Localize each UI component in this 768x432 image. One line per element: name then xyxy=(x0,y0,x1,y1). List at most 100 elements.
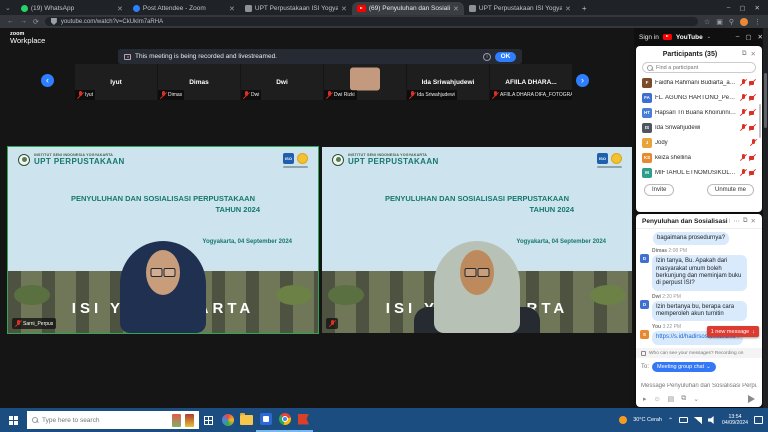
recording-banner: This meeting is being recorded and lives… xyxy=(118,49,522,64)
start-button-icon[interactable] xyxy=(9,416,18,425)
participant-row[interactable]: J Jody xyxy=(636,135,762,150)
video-feed-left[interactable]: INSTITUT SENI INDONESIA YOGYAKARTA UPT P… xyxy=(8,147,318,333)
tray-expand-icon[interactable]: ⌃ xyxy=(668,417,673,424)
emoji-icon[interactable]: ☺ xyxy=(654,396,661,403)
chat-privacy-bar: Who can see your messages? Recording on xyxy=(636,348,762,358)
participant-row[interactable]: F Faidha Rahmani Budiarta_anim... xyxy=(636,75,762,90)
weather-icon[interactable] xyxy=(619,416,627,424)
site-icon xyxy=(469,5,476,12)
browser-minimize-button[interactable]: – xyxy=(727,4,731,12)
mic-muted-icon xyxy=(740,109,746,117)
taskbar-app-media[interactable] xyxy=(218,408,237,432)
invite-button[interactable]: Invite xyxy=(644,184,674,196)
status-icons xyxy=(750,139,756,147)
more-options-icon[interactable]: ⋯ xyxy=(733,217,740,225)
reload-icon[interactable]: ⟳ xyxy=(33,18,39,26)
browser-maximize-button[interactable]: ▢ xyxy=(739,4,745,12)
weather-text[interactable]: 30°C Cerah xyxy=(633,417,662,423)
participant-tile-video[interactable]: Dwi Rizki xyxy=(324,64,406,100)
action-center-icon[interactable] xyxy=(754,416,763,424)
new-message-button[interactable]: 1 new message ↓ xyxy=(707,326,759,337)
back-icon[interactable]: ← xyxy=(7,18,14,25)
file-icon[interactable]: ▤ xyxy=(668,395,675,403)
scrollbar-thumb[interactable] xyxy=(764,73,767,128)
taskbar-clock[interactable]: 13:54 04/09/2024 xyxy=(722,414,748,427)
participant-tile[interactable]: Ida Sriwahjudewi Ida Sriwahjudewi xyxy=(407,64,489,100)
participant-tile[interactable]: AFIILA DHARA... AFIILA DHARA DIFA_FOTOGR… xyxy=(490,64,572,100)
page-scrollbar[interactable] xyxy=(763,28,768,408)
task-view-button[interactable] xyxy=(199,408,218,432)
unmute-me-button[interactable]: Unmute me xyxy=(707,184,754,196)
slide-date: Yogyakarta, 04 September 2024 xyxy=(516,239,606,245)
chat-title: Penyuluhan dan Sosialisasi Perp... xyxy=(642,218,730,225)
site-info-icon[interactable] xyxy=(51,18,57,25)
info-icon[interactable]: i xyxy=(483,53,491,61)
send-icon[interactable] xyxy=(748,395,755,403)
tab-close-icon[interactable]: ✕ xyxy=(117,5,123,13)
chat-input[interactable] xyxy=(636,380,762,392)
participant-search[interactable] xyxy=(642,62,756,73)
tab-zoom-post-attendee[interactable]: Post Attendee - Zoom ✕ xyxy=(128,2,240,15)
tab-close-icon[interactable]: ✕ xyxy=(229,5,235,13)
more-chevron-icon[interactable]: ⌄ xyxy=(693,395,699,403)
youtube-brand[interactable]: YouTube xyxy=(676,34,703,41)
pop-out-icon[interactable]: ⧉ xyxy=(742,50,747,58)
participant-row[interactable]: HT Hapsari Tri Buana Khoirunnisa_... xyxy=(636,105,762,120)
tab-whatsapp[interactable]: (19) WhatsApp ✕ xyxy=(16,2,128,15)
minimize-button[interactable]: – xyxy=(736,33,740,41)
participant-row[interactable]: KS keiza shellina xyxy=(636,150,762,165)
privacy-text[interactable]: Who can see your messages? Recording on xyxy=(649,351,743,356)
camera-off-icon xyxy=(748,169,756,177)
extensions-icon[interactable]: ⚲ xyxy=(729,18,734,26)
volume-icon[interactable] xyxy=(708,416,716,424)
participant-row[interactable]: IS Ida Sriwahjudewi xyxy=(636,120,762,135)
close-icon[interactable]: ✕ xyxy=(751,217,756,225)
pop-out-icon[interactable]: ⧉ xyxy=(743,217,748,225)
tab-close-icon[interactable]: ✕ xyxy=(453,5,459,13)
side-panel-icon[interactable]: ▣ xyxy=(716,18,723,26)
address-bar[interactable]: youtube.com/watch?v=CkUkIm7aRHA xyxy=(45,17,698,27)
video-feed-right[interactable]: INSTITUT SENI INDONESIA YOGYAKARTA UPT P… xyxy=(322,147,632,333)
sign-in-button[interactable]: Sign in xyxy=(639,34,659,41)
network-icon[interactable] xyxy=(694,417,702,424)
format-icon[interactable]: ▸ xyxy=(643,395,647,403)
recipient-selector[interactable]: Meeting group chat⌄ xyxy=(652,362,716,372)
tab-youtube-active[interactable]: (69) Penyuluhan dan Sosialisa ✕ xyxy=(352,2,464,15)
taskbar-app-mail[interactable] xyxy=(256,408,275,432)
taskbar-search-input[interactable] xyxy=(42,417,168,424)
system-tray: 30°C Cerah ⌃ 13:54 04/09/2024 xyxy=(619,414,768,427)
tab-close-icon[interactable]: ✕ xyxy=(565,5,571,13)
strip-prev-button[interactable]: ‹ xyxy=(41,74,54,87)
taskbar-search[interactable] xyxy=(27,411,199,429)
ok-button[interactable]: OK xyxy=(495,52,516,62)
new-tab-button[interactable]: + xyxy=(576,4,593,15)
iso-badge: ISO xyxy=(283,153,294,164)
taskbar-app-chrome[interactable] xyxy=(275,408,294,432)
browser-close-button[interactable]: ✕ xyxy=(755,4,760,12)
participant-search-input[interactable] xyxy=(656,65,751,71)
participant-row[interactable]: FA FL. AGUNG HARTONO_Perpus ... xyxy=(636,90,762,105)
participant-tile[interactable]: Dwi Dwi xyxy=(241,64,323,100)
tab-close-icon[interactable]: ✕ xyxy=(341,5,347,13)
profile-avatar[interactable] xyxy=(740,18,748,26)
forward-icon[interactable]: → xyxy=(20,18,27,25)
tab-upt-perpustakaan-2[interactable]: UPT Perpustakaan ISI Yogyaka ✕ xyxy=(464,2,576,15)
battery-icon[interactable] xyxy=(679,417,688,423)
participant-row[interactable]: M MIFTAHUL ETNOMUSIKOLOGI... xyxy=(636,165,762,180)
taskbar-app-explorer[interactable] xyxy=(237,408,256,432)
participant-tile[interactable]: Dimas Dimas xyxy=(158,64,240,100)
tab-search-chevron-icon[interactable]: ⌄ xyxy=(0,4,16,15)
participant-tile[interactable]: Iyut Iyut xyxy=(75,64,157,100)
chevron-down-icon[interactable]: ⌄ xyxy=(707,34,711,40)
taskbar-app-flag[interactable] xyxy=(294,408,313,432)
close-icon[interactable]: ✕ xyxy=(751,50,756,58)
tab-upt-perpustakaan-1[interactable]: UPT Perpustakaan ISI Yogyaka ✕ xyxy=(240,2,352,15)
bookmark-star-icon[interactable]: ☆ xyxy=(704,18,710,26)
tab-label: (69) Penyuluhan dan Sosialisa xyxy=(369,5,450,12)
chat-messages[interactable]: bagaimana prosedurnya? D Dimas 2:08 PM I… xyxy=(636,229,762,348)
participants-scrollbar[interactable] xyxy=(759,104,761,138)
maximize-button[interactable]: ▢ xyxy=(745,33,751,41)
browser-menu-icon[interactable]: ⋮ xyxy=(754,18,761,26)
screenshot-icon[interactable]: ⧉ xyxy=(681,395,686,403)
strip-next-button[interactable]: › xyxy=(576,74,589,87)
